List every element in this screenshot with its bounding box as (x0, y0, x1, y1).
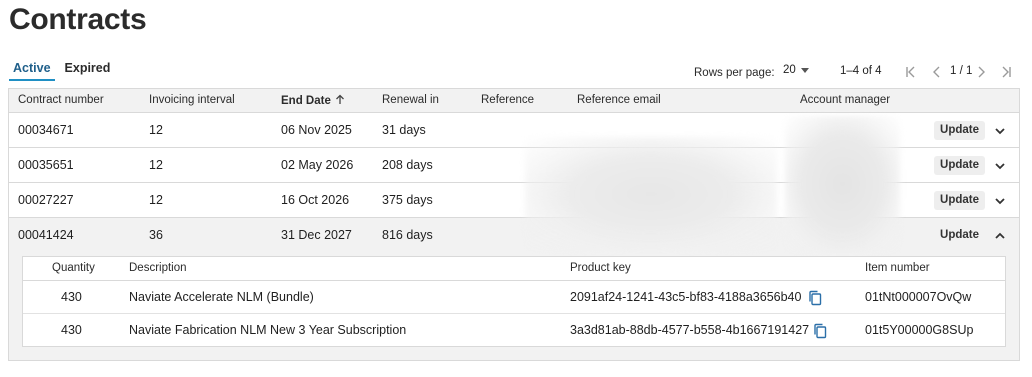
chevron-up-icon (995, 232, 1005, 239)
chevron-down-icon (995, 198, 1005, 205)
invoicing-interval: 36 (149, 228, 163, 242)
table-header: Contract number Invoicing interval End D… (9, 89, 1019, 113)
invoicing-interval: 12 (149, 158, 163, 172)
end-date: 02 May 2026 (281, 158, 354, 172)
column-header-end-date[interactable]: End Date (281, 94, 345, 107)
copy-icon[interactable] (813, 323, 827, 339)
end-date: 16 Oct 2026 (281, 193, 350, 207)
page-title: Contracts (9, 3, 147, 36)
redacted-account-manager (785, 116, 900, 252)
page-indicator: 1 / 1 (950, 65, 973, 77)
column-header-item-number: Item number (865, 262, 930, 274)
column-header-reference-email[interactable]: Reference email (577, 94, 661, 106)
tab-expired[interactable]: Expired (61, 59, 115, 81)
copy-icon-glyph (809, 290, 822, 306)
renewal-in: 208 days (382, 158, 433, 172)
last-page-button[interactable] (997, 62, 1015, 82)
column-header-product-key: Product key (570, 262, 631, 274)
first-page-button[interactable] (902, 62, 920, 82)
tab-active[interactable]: Active (9, 59, 55, 81)
item-number: 01tNt000007OvQw (865, 290, 972, 304)
contract-number: 00027227 (18, 193, 74, 207)
rows-per-page-value: 20 (783, 64, 796, 76)
quantity: 430 (61, 323, 82, 337)
column-header-invoicing-interval[interactable]: Invoicing interval (149, 94, 235, 106)
expand-row-button[interactable] (993, 159, 1007, 173)
update-button[interactable]: Update (934, 121, 985, 140)
rows-per-page-select[interactable]: 20 (783, 64, 809, 76)
line-items-header: Quantity Description Product key Item nu… (23, 257, 1005, 281)
first-page-icon (906, 66, 915, 78)
invoicing-interval: 12 (149, 193, 163, 207)
column-header-contract-number[interactable]: Contract number (18, 94, 104, 106)
expand-row-button[interactable] (993, 124, 1007, 138)
update-button[interactable]: Update (934, 191, 985, 210)
copy-icon-glyph (814, 323, 827, 339)
caret-down-icon (800, 67, 809, 73)
column-header-renewal-in[interactable]: Renewal in (382, 94, 439, 106)
end-date: 31 Dec 2027 (281, 228, 352, 242)
quantity: 430 (61, 290, 82, 304)
previous-page-button[interactable] (928, 62, 946, 82)
redacted-reference-email (525, 137, 777, 251)
contract-number: 00034671 (18, 123, 74, 137)
column-header-description: Description (129, 262, 187, 274)
description: Naviate Accelerate NLM (Bundle) (129, 290, 314, 304)
copy-icon[interactable] (808, 290, 822, 306)
pagination-range: 1–4 of 4 (840, 65, 882, 77)
contract-line-items-table: Quantity Description Product key Item nu… (22, 256, 1006, 347)
chevron-right-icon (978, 66, 985, 78)
contract-number: 00035651 (18, 158, 74, 172)
contract-tabs: Active Expired (9, 59, 120, 83)
renewal-in: 816 days (382, 228, 433, 242)
column-header-end-date-label: End Date (281, 95, 331, 107)
chevron-left-icon (933, 66, 940, 78)
renewal-in: 375 days (382, 193, 433, 207)
column-header-quantity: Quantity (52, 262, 95, 274)
contract-number: 00041424 (18, 228, 74, 242)
expand-row-button[interactable] (993, 194, 1007, 208)
update-button[interactable]: Update (934, 226, 985, 245)
column-header-reference[interactable]: Reference (481, 94, 534, 106)
update-button[interactable]: Update (934, 156, 985, 175)
collapse-row-button[interactable] (993, 229, 1007, 243)
line-item-row: 430 Naviate Fabrication NLM New 3 Year S… (23, 314, 1005, 347)
last-page-icon (1002, 66, 1011, 78)
sort-ascending-icon (335, 94, 344, 104)
column-header-account-manager[interactable]: Account manager (800, 94, 890, 106)
chevron-down-icon (995, 128, 1005, 135)
next-page-button[interactable] (972, 62, 990, 82)
line-item-row: 430 Naviate Accelerate NLM (Bundle) 2091… (23, 281, 1005, 314)
item-number: 01t5Y00000G8SUp (865, 323, 974, 337)
invoicing-interval: 12 (149, 123, 163, 137)
end-date: 06 Nov 2025 (281, 123, 352, 137)
description: Naviate Fabrication NLM New 3 Year Subsc… (129, 323, 407, 337)
product-key: 2091af24-1241-43c5-bf83-4188a3656b40 (570, 290, 802, 304)
product-key: 3a3d81ab-88db-4577-b558-4b1667191427 (570, 323, 810, 337)
rows-per-page-label: Rows per page: (694, 67, 775, 79)
chevron-down-icon (995, 163, 1005, 170)
renewal-in: 31 days (382, 123, 426, 137)
